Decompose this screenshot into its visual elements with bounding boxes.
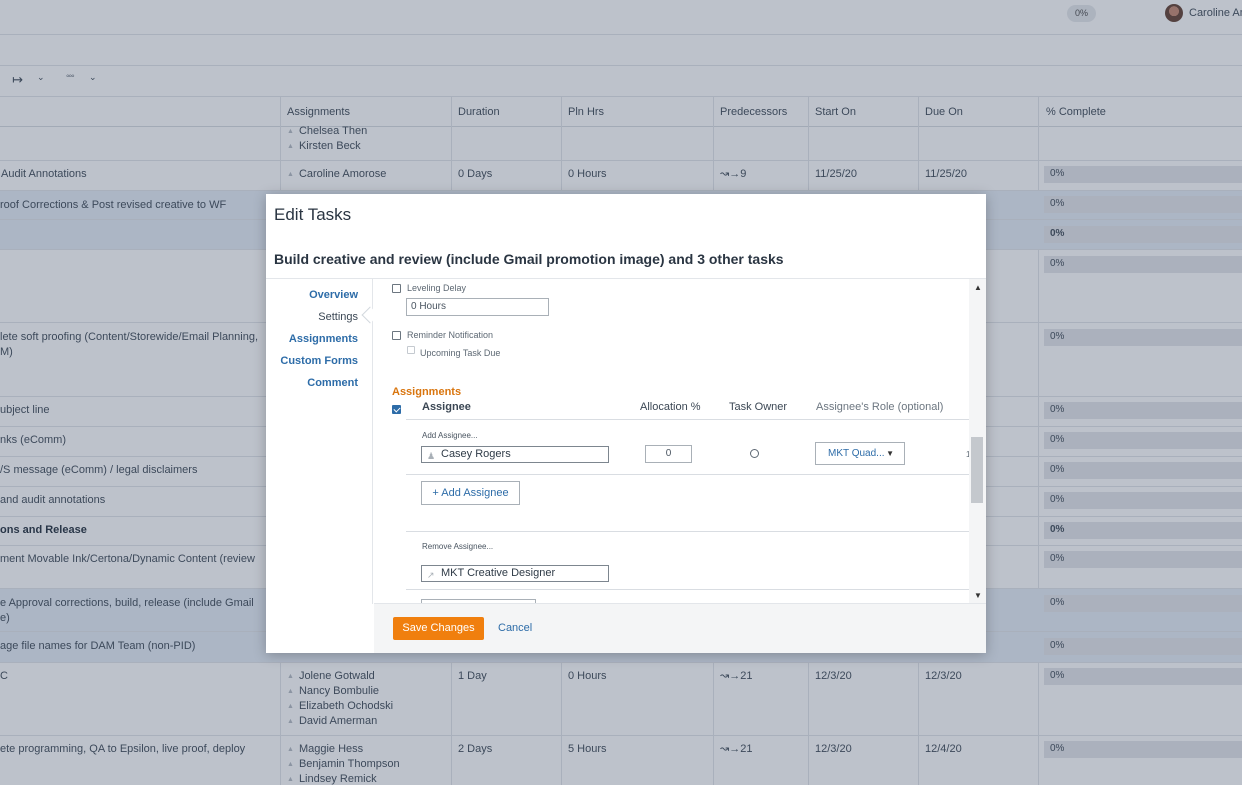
leveling-delay-input[interactable]: 0 Hours: [406, 298, 549, 316]
role-icon: ↗: [427, 570, 435, 580]
divider: [406, 589, 969, 590]
task-owner-radio[interactable]: [750, 449, 759, 458]
role-value: MKT Quad...: [828, 448, 885, 459]
remove-assignee-value: MKT Creative Designer: [441, 567, 556, 579]
assignments-section-title: Assignments: [392, 386, 462, 398]
scroll-down-icon[interactable]: ▼: [974, 591, 982, 600]
remove-assignee-label: Remove Assignee...: [422, 542, 494, 551]
add-assignee-label: Add Assignee...: [422, 431, 478, 440]
dialog-scrollbar[interactable]: ▲ ▼: [969, 279, 986, 604]
divider: [406, 474, 969, 475]
nav-comment[interactable]: Comment: [307, 377, 358, 389]
reminder-notification-label: Reminder Notification: [407, 330, 494, 340]
col-assignee-role: Assignee's Role (optional): [816, 401, 944, 413]
leveling-delay-checkbox[interactable]: [392, 284, 401, 293]
dialog-title: Edit Tasks: [274, 205, 352, 224]
upcoming-task-due-label: Upcoming Task Due: [420, 348, 501, 358]
save-changes-button[interactable]: Save Changes: [393, 617, 484, 640]
scroll-thumb[interactable]: [971, 437, 983, 503]
cancel-button[interactable]: Cancel: [498, 622, 532, 634]
dialog-content: Leveling Delay 0 Hours Reminder Notifica…: [374, 279, 969, 604]
nav-settings[interactable]: Settings: [318, 311, 358, 323]
add-assignee-button[interactable]: + Add Assignee: [421, 481, 520, 505]
col-task-owner: Task Owner: [729, 401, 788, 413]
edit-tasks-dialog: Edit Tasks Build creative and review (in…: [266, 194, 986, 653]
divider: [406, 419, 969, 420]
nav-assignments[interactable]: Assignments: [289, 333, 358, 345]
assignee-role-select[interactable]: MKT Quad... ▼: [815, 442, 905, 465]
col-assignee: Assignee: [422, 401, 471, 413]
col-allocation: Allocation %: [640, 401, 701, 413]
upcoming-task-due-checkbox[interactable]: [407, 346, 415, 354]
remove-assignee-field[interactable]: ↗ MKT Creative Designer: [421, 565, 609, 582]
person-icon: ♟: [427, 451, 436, 461]
divider: [406, 531, 969, 532]
nav-overview[interactable]: Overview: [309, 289, 358, 301]
allocation-input[interactable]: 0: [645, 445, 692, 463]
dialog-subtitle: Build creative and review (include Gmail…: [274, 251, 784, 267]
dialog-body: Overview Settings Assignments Custom For…: [266, 278, 986, 604]
reminder-notification-checkbox[interactable]: [392, 331, 401, 340]
nav-custom-forms[interactable]: Custom Forms: [280, 355, 358, 367]
leveling-delay-label: Leveling Delay: [407, 283, 467, 293]
scroll-up-icon[interactable]: ▲: [974, 283, 982, 292]
dialog-footer: Save Changes Cancel: [374, 603, 986, 653]
assignments-select-all-checkbox[interactable]: [392, 405, 401, 414]
assignee-field[interactable]: ♟ Casey Rogers: [421, 446, 609, 463]
dialog-nav: Overview Settings Assignments Custom For…: [266, 279, 373, 604]
chevron-down-icon: ▼: [886, 449, 894, 458]
assignee-value: Casey Rogers: [441, 448, 511, 460]
